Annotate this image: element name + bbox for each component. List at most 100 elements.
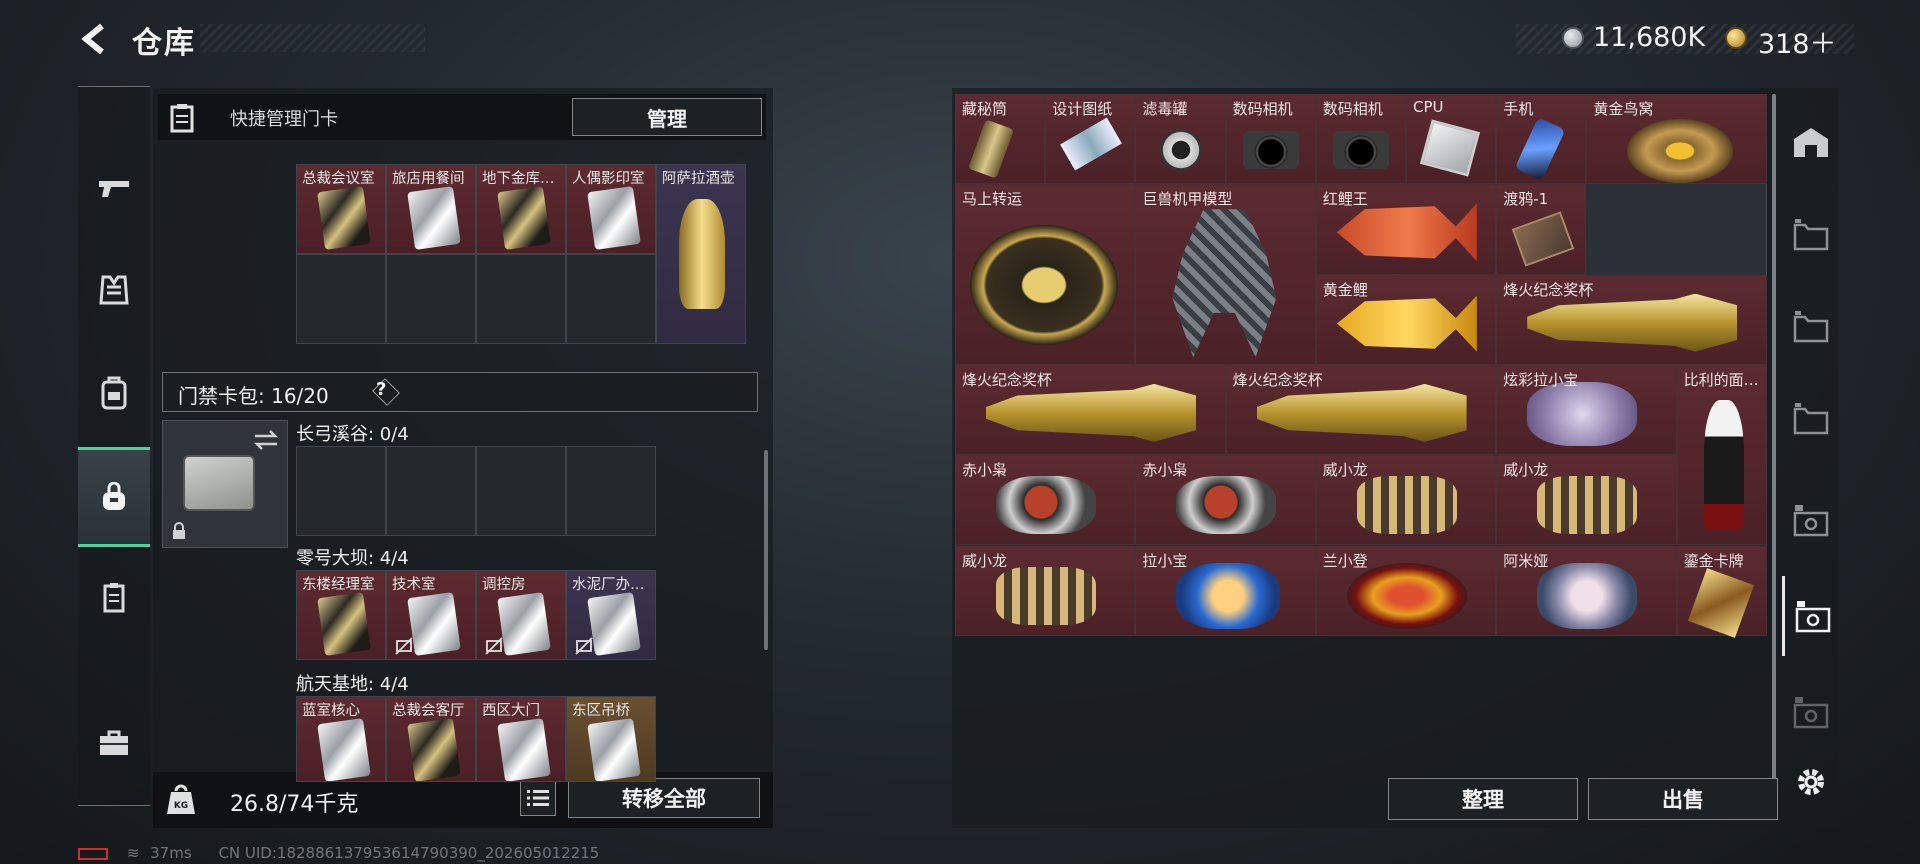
card-pack-slot[interactable] [162,420,288,548]
stash-item-label: 威小龙 [1503,461,1549,480]
list-icon [527,790,549,806]
stash-item[interactable]: 烽火纪念奖杯 [1496,274,1767,365]
nav-backpack[interactable] [78,343,150,443]
key-card-label: 总裁会客厅 [392,703,465,719]
key-card-slot[interactable]: 技术室 [386,570,476,660]
empty-card-slot[interactable] [296,254,386,344]
stash-item[interactable]: 烽火纪念奖杯 [955,364,1226,456]
stash-item[interactable]: 红鲤王 [1315,184,1497,275]
gold-keycard-image [317,592,371,656]
status-bar: ≋ 37ms CN UID:182886137953614790390_2026… [78,844,599,862]
silver-keycard-image [407,592,461,656]
card-unavailable-icon [395,637,413,655]
key-card-slot[interactable]: 地下金库… [476,164,566,254]
owl-image [996,476,1096,535]
left-scrollbar[interactable] [764,450,768,650]
card-pack-count: 门禁卡包: 16/20 [178,384,329,408]
owl-image [1176,476,1277,535]
nav-briefcase[interactable] [78,693,150,793]
stash-item[interactable]: 炫彩拉小宝 [1496,364,1677,456]
stash-item[interactable]: 鎏金卡牌 [1676,545,1767,638]
stash-item[interactable]: 阿米娅 [1496,545,1677,636]
stash-item-label: 数码相机 [1322,100,1383,118]
stash-item[interactable]: 赤小枭 [955,455,1136,546]
stash-item[interactable]: 黄金鸟窝 [1586,94,1767,185]
transfer-all-button[interactable]: 转移全部 [568,778,760,818]
nav-armor[interactable] [78,241,150,341]
stash-item[interactable]: 比利的面… [1676,364,1767,546]
stash-item[interactable]: 赤小枭 [1135,455,1316,546]
cpu-image [1419,119,1481,177]
sell-button[interactable]: 出售 [1588,778,1778,820]
stash-tab-1[interactable] [1782,194,1840,274]
key-card-slot[interactable]: 总裁会客厅 [386,696,476,782]
empty-card-slot[interactable] [566,254,656,344]
key-card-slot[interactable]: 东楼经理室 [296,570,386,660]
sombrero-image [1346,562,1467,629]
stash-item[interactable]: 拉小宝 [1135,545,1316,636]
stash-scrollbar[interactable] [1772,94,1776,784]
dragon-image [1537,476,1638,535]
nav-weapons[interactable] [78,139,150,239]
key-card-slot[interactable]: 蓝室核心 [296,696,386,782]
empty-card-slot[interactable] [566,446,656,536]
key-card-slot[interactable]: 水泥厂办… [566,570,656,660]
stash-tab-3[interactable] [1782,378,1840,458]
stash-box-icon [1793,311,1829,343]
empty-card-slot[interactable] [386,254,476,344]
stash-item-label: 赤小枭 [1142,461,1188,480]
stash-item[interactable]: 巨兽机甲模型 [1135,184,1316,365]
key-card-slot[interactable]: 人偶影印室 [566,164,656,254]
nav-bag[interactable] [78,447,150,547]
stash-item[interactable]: 设计图纸 [1045,94,1136,185]
gun-icon [99,181,129,197]
key-card-slot[interactable]: 总裁会议室 [296,164,386,254]
gold-keycard-image [407,718,461,781]
stash-item[interactable]: 威小龙 [1315,455,1497,546]
gem-value[interactable]: 318＋ [1758,22,1837,61]
key-card-slot[interactable]: 西区大门 [476,696,566,782]
key-card-slot[interactable]: 调控房 [476,570,566,660]
empty-card-slot[interactable] [296,446,386,536]
stash-item[interactable]: 马上转运 [955,184,1136,365]
nav-cardcase[interactable] [78,547,150,647]
stash-item-label: 滤毒罐 [1142,100,1188,118]
sort-button[interactable]: 整理 [1388,778,1578,820]
back-arrow-icon[interactable] [78,22,112,56]
stash-item[interactable]: 滤毒罐 [1135,94,1226,185]
swap-icon[interactable] [253,429,279,451]
money-value: 11,680K [1593,22,1706,53]
stash-item[interactable]: 威小龙 [955,545,1136,636]
stash-item-label: 烽火纪念奖杯 [1503,280,1594,299]
stash-item-label: 红鲤王 [1322,190,1368,209]
settings-tab[interactable] [1782,742,1840,822]
stash-item[interactable]: CPU [1406,94,1497,185]
stash-item[interactable]: 数码相机 [1315,94,1406,185]
stash-item[interactable]: 渡鸦-1 [1496,184,1587,275]
stash-item[interactable]: 藏秘筒 [955,94,1046,185]
stash-tab-6[interactable] [1782,672,1840,752]
key-card-slot[interactable]: 旅店用餐间 [386,164,476,254]
stash-item[interactable]: 手机 [1496,94,1587,185]
stash-tab-4[interactable] [1782,480,1840,560]
list-view-button[interactable] [520,780,556,816]
stash-item[interactable]: 威小龙 [1496,455,1677,546]
card-unavailable-icon [485,637,503,655]
section-label: 长弓溪谷: 0/4 [296,424,409,445]
empty-card-slot[interactable] [476,254,566,344]
stash-item[interactable]: 黄金鲤 [1315,274,1497,365]
stash-item[interactable]: 兰小登 [1315,545,1497,636]
stash-item[interactable]: 烽火纪念奖杯 [1225,364,1497,456]
stash-tab-2[interactable] [1782,286,1840,366]
help-icon[interactable]: ? [376,379,386,400]
manage-button[interactable]: 管理 [572,98,762,136]
empty-card-slot[interactable] [476,446,566,536]
stash-tab-5-active[interactable] [1782,576,1840,656]
key-card-slot[interactable]: 东区吊桥 [566,696,656,782]
stash-item[interactable]: 数码相机 [1225,94,1316,185]
stash-safe-icon [1793,505,1829,537]
stash-tab-home[interactable] [1782,102,1840,182]
stash-item-label: CPU [1413,98,1444,116]
key-card-slot[interactable]: 阿萨拉酒壶 [656,164,746,344]
empty-card-slot[interactable] [386,446,476,536]
